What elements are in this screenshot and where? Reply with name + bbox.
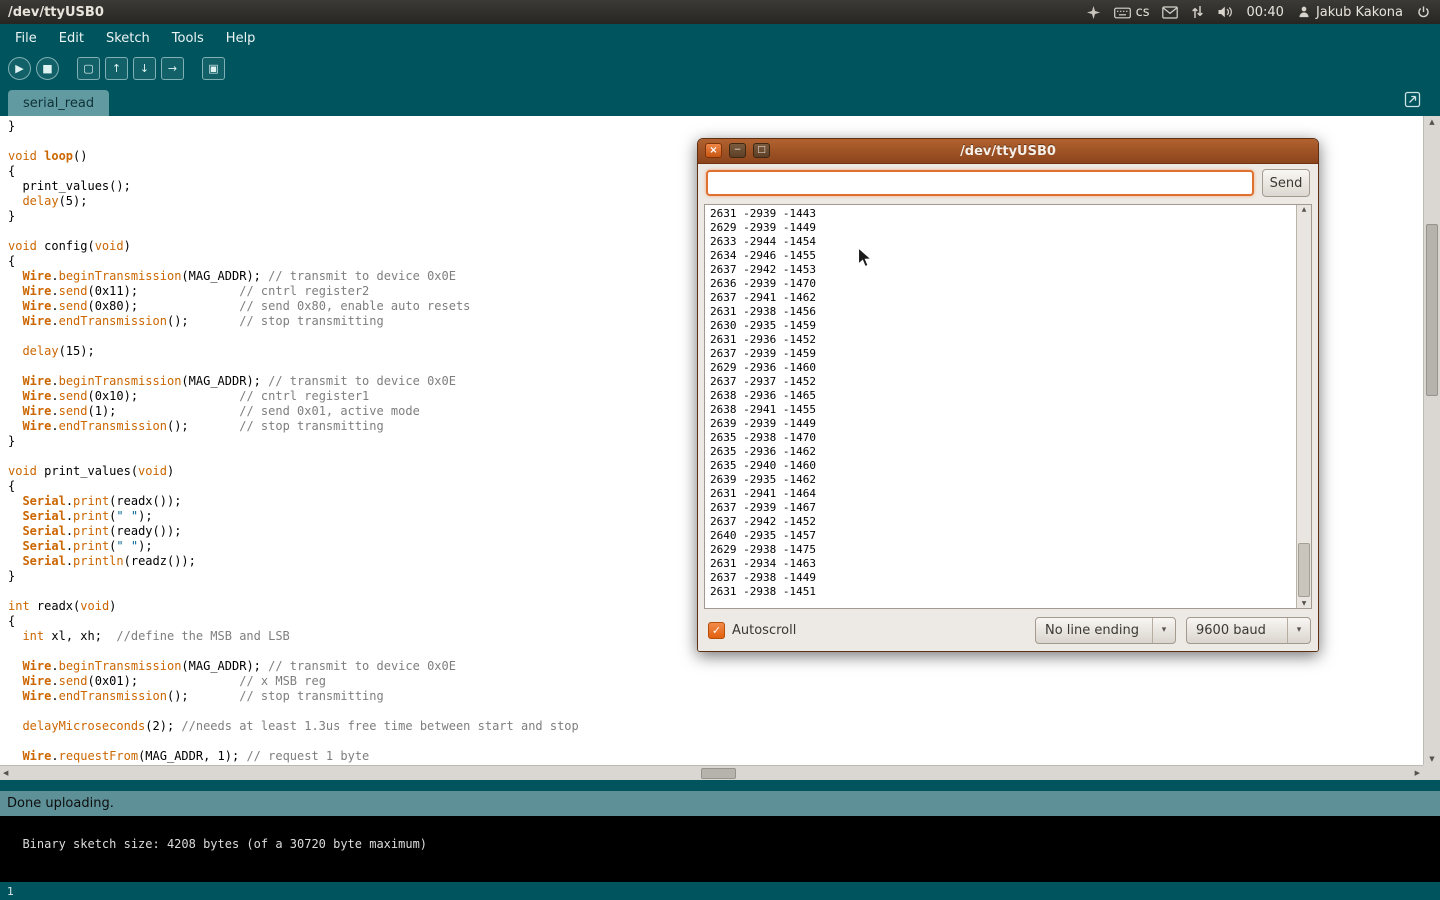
serial-monitor-icon: ▣ [208, 63, 218, 74]
serial-monitor-controls: ✓ Autoscroll No line ending ▾ 9600 baud … [708, 616, 1311, 644]
serial-output-area: 2631 -2939 -1443 2629 -2939 -1449 2633 -… [704, 204, 1312, 609]
close-icon: × [709, 146, 717, 156]
editor-console-divider [0, 780, 1440, 791]
serial-input-row: Send [706, 169, 1310, 197]
minimize-button[interactable]: − [729, 143, 746, 158]
line-ending-dropdown[interactable]: No line ending ▾ [1035, 617, 1176, 644]
upload-icon: → [168, 63, 177, 74]
serial-monitor-content: Send 2631 -2939 -1443 2629 -2939 -1449 2… [698, 164, 1318, 651]
volume-icon[interactable] [1217, 5, 1233, 19]
serial-scroll-down-icon[interactable]: ▼ [1297, 600, 1311, 607]
tab-label: serial_read [23, 96, 94, 111]
scroll-right-icon[interactable]: ▶ [1415, 769, 1420, 777]
line-number: 1 [7, 885, 14, 898]
menu-item-edit[interactable]: Edit [48, 31, 95, 46]
editor-horizontal-scrollbar[interactable]: ◀ ▶ [0, 765, 1423, 780]
status-message: Done uploading. [7, 796, 114, 811]
user-menu[interactable]: Jakub Kakona [1297, 5, 1403, 20]
status-bar: Done uploading. [0, 791, 1440, 816]
scroll-down-icon[interactable]: ▼ [1424, 755, 1440, 763]
menubar: FileEditSketchToolsHelp [0, 24, 1440, 52]
new-sketch-button[interactable]: ▢ [77, 57, 100, 80]
send-button-label: Send [1270, 176, 1303, 191]
clock[interactable]: 00:40 [1246, 5, 1283, 20]
serial-monitor-titlebar[interactable]: × − □ /dev/ttyUSB0 [698, 139, 1318, 164]
chevron-down-icon: ▾ [1152, 618, 1175, 643]
username-label: Jakub Kakona [1316, 5, 1403, 20]
code-line: Wire.requestFrom(MAG_ADDR, 1); // reques… [8, 749, 1423, 764]
stop-button[interactable]: ■ [36, 57, 59, 80]
window-controls: × − □ [705, 143, 770, 158]
maximize-button[interactable]: □ [753, 143, 770, 158]
code-line: delayMicroseconds(2); //needs at least 1… [8, 719, 1423, 734]
tab-serial-read[interactable]: serial_read [8, 90, 109, 116]
keyboard-indicator[interactable]: cs [1114, 5, 1150, 20]
menu-item-file[interactable]: File [4, 31, 48, 46]
power-icon[interactable] [1416, 5, 1431, 20]
baud-rate-dropdown[interactable]: 9600 baud ▾ [1186, 617, 1311, 644]
network-transfer-icon[interactable] [1191, 5, 1204, 19]
code-line: } [8, 119, 1423, 134]
serial-scroll-thumb[interactable] [1298, 543, 1310, 597]
code-line: Wire.send(0x01); // x MSB reg [8, 674, 1423, 689]
new-tab-icon[interactable] [1403, 90, 1422, 113]
maximize-icon: □ [757, 146, 766, 155]
menu-item-help[interactable]: Help [215, 31, 267, 46]
open-sketch-button[interactable]: ↑ [105, 57, 128, 80]
build-console: Binary sketch size: 4208 bytes (of a 307… [0, 816, 1440, 882]
baud-rate-value: 9600 baud [1187, 623, 1287, 638]
console-text: Binary sketch size: 4208 bytes (of a 307… [22, 837, 427, 851]
serial-scroll-up-icon[interactable]: ▲ [1297, 206, 1311, 213]
scroll-up-icon[interactable]: ▲ [1424, 118, 1440, 126]
serial-monitor-window: × − □ /dev/ttyUSB0 Send 2631 -2939 -1443… [697, 138, 1319, 652]
serial-monitor-title: /dev/ttyUSB0 [698, 144, 1318, 159]
keyboard-icon [1114, 5, 1131, 20]
tabbar: serial_read [0, 84, 1440, 116]
menu-item-tools[interactable]: Tools [161, 31, 215, 46]
new-sketch-icon: ▢ [83, 63, 93, 74]
indicator-icon[interactable] [1086, 5, 1101, 20]
minimize-icon: − [734, 146, 742, 155]
system-tray: cs 00:40 [1086, 5, 1440, 20]
mouse-cursor [857, 247, 875, 275]
code-line: Wire.endTransmission(); // stop transmit… [8, 689, 1423, 704]
editor-vscroll-thumb[interactable] [1426, 224, 1438, 396]
save-sketch-icon: ↓ [140, 63, 149, 74]
send-button[interactable]: Send [1262, 169, 1310, 197]
autoscroll-label: Autoscroll [732, 623, 796, 638]
close-button[interactable]: × [705, 143, 722, 158]
line-ending-value: No line ending [1036, 623, 1152, 638]
checkmark-icon: ✓ [712, 624, 721, 637]
serial-monitor-button[interactable]: ▣ [202, 57, 225, 80]
autoscroll-checkbox[interactable]: ✓ [708, 622, 725, 639]
save-sketch-button[interactable]: ↓ [133, 57, 156, 80]
code-line [8, 704, 1423, 719]
chevron-down-icon: ▾ [1287, 618, 1310, 643]
verify-button[interactable]: ▶ [8, 57, 31, 80]
serial-scrollbar[interactable]: ▲ ▼ [1296, 205, 1311, 608]
scrollbar-corner [1423, 765, 1440, 780]
scroll-left-icon[interactable]: ◀ [3, 769, 8, 777]
code-line [8, 734, 1423, 749]
menu-item-sketch[interactable]: Sketch [95, 31, 161, 46]
open-sketch-icon: ↑ [112, 63, 121, 74]
user-icon [1297, 5, 1311, 19]
window-title: /dev/ttyUSB0 [0, 5, 104, 20]
editor-hscroll-thumb[interactable] [701, 768, 736, 779]
top-panel: /dev/ttyUSB0 cs [0, 0, 1440, 24]
upload-button[interactable]: → [161, 57, 184, 80]
verify-icon: ▶ [15, 63, 23, 74]
toolbar-buttons: ▶ ■ ▢ ↑ ↓ → ▣ [0, 52, 1440, 84]
serial-input[interactable] [706, 170, 1254, 196]
stop-icon: ■ [42, 63, 52, 74]
code-line: Wire.beginTransmission(MAG_ADDR); // tra… [8, 659, 1423, 674]
line-number-strip: 1 [0, 882, 1440, 900]
serial-output: 2631 -2939 -1443 2629 -2939 -1449 2633 -… [705, 205, 1297, 608]
keyboard-layout-label: cs [1136, 5, 1150, 20]
editor-vertical-scrollbar[interactable]: ▲ ▼ [1423, 116, 1440, 765]
mail-icon[interactable] [1162, 6, 1178, 19]
